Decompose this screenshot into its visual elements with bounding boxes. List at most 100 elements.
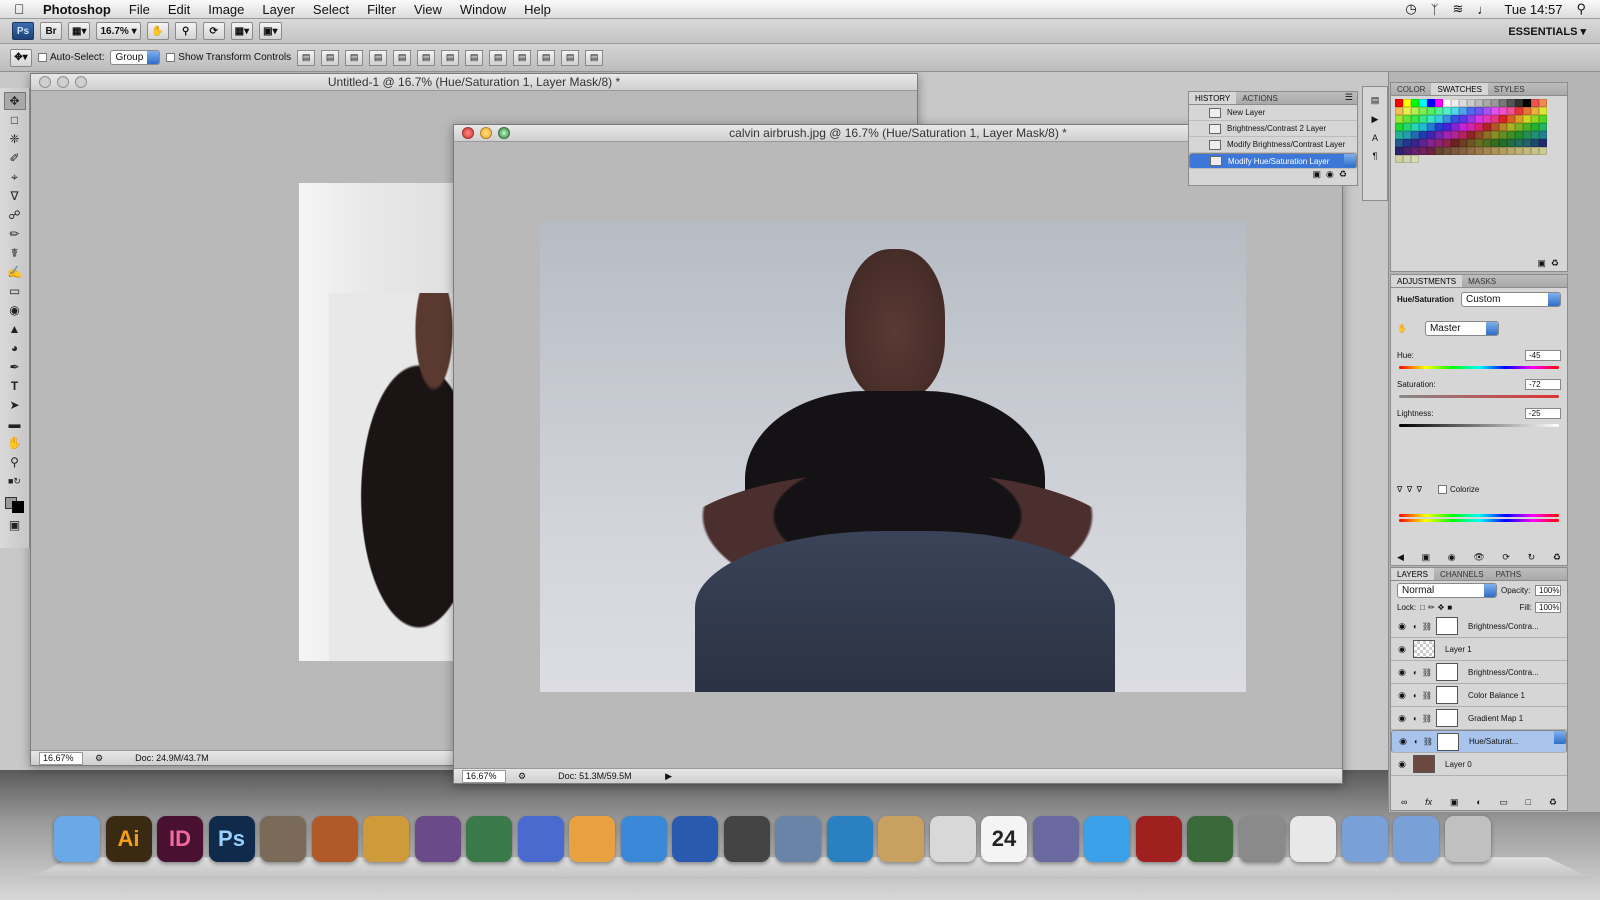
- color-swatch[interactable]: [1443, 139, 1451, 147]
- color-swatch[interactable]: [1435, 99, 1443, 107]
- panel-menu-icon[interactable]: ☰: [1345, 92, 1357, 104]
- color-swatch[interactable]: [1499, 99, 1507, 107]
- color-swatch[interactable]: [1499, 123, 1507, 131]
- layer-visibility-eye-icon[interactable]: ◉: [1395, 690, 1409, 701]
- color-swatch[interactable]: [1523, 115, 1531, 123]
- workspace-switcher[interactable]: ESSENTIALS ▾: [1508, 25, 1586, 38]
- color-swatch[interactable]: [1459, 131, 1467, 139]
- toggle-visibility-icon[interactable]: 👁: [1473, 552, 1484, 563]
- move-tool-icon[interactable]: ✥: [3, 92, 26, 110]
- applications-folder-icon[interactable]: [1393, 816, 1439, 862]
- color-swatch[interactable]: [1427, 131, 1435, 139]
- quill-icon[interactable]: [517, 816, 564, 862]
- color-swatch[interactable]: [1411, 147, 1419, 155]
- color-swatch[interactable]: [1411, 115, 1419, 123]
- lightness-input[interactable]: -25: [1525, 408, 1561, 419]
- color-swatch[interactable]: [1475, 107, 1483, 115]
- tab-layers[interactable]: LAYERS: [1391, 568, 1434, 580]
- auto-align-layers-icon[interactable]: ▤: [585, 49, 604, 66]
- tab-styles[interactable]: STYLES: [1488, 83, 1531, 95]
- mask-link-icon[interactable]: ⛓: [1422, 668, 1432, 677]
- color-swatch[interactable]: [1515, 99, 1523, 107]
- move-tool-preset-icon[interactable]: ✥▾: [10, 48, 32, 67]
- color-swatch[interactable]: [1459, 123, 1467, 131]
- color-swatch[interactable]: [1499, 115, 1507, 123]
- color-swatch[interactable]: [1475, 139, 1483, 147]
- history-panel-icon[interactable]: ▤: [1371, 95, 1380, 106]
- clip-to-layer-icon[interactable]: ◉: [1448, 552, 1456, 563]
- ical-icon[interactable]: 24: [981, 816, 1027, 862]
- iphoto-icon[interactable]: [414, 816, 461, 862]
- facetime-icon[interactable]: [878, 816, 924, 862]
- color-swatch[interactable]: [1507, 123, 1515, 131]
- new-document-from-state-icon[interactable]: ▣: [1313, 169, 1322, 179]
- pen-tool-icon[interactable]: ✒: [4, 358, 26, 376]
- lightness-slider[interactable]: [1399, 424, 1559, 427]
- color-swatch[interactable]: [1427, 115, 1435, 123]
- color-swatch[interactable]: [1531, 99, 1539, 107]
- color-swatch[interactable]: [1507, 147, 1515, 155]
- view-extras-button[interactable]: ▦▾: [68, 22, 91, 40]
- preview-icon[interactable]: [826, 816, 873, 862]
- color-swatch[interactable]: [1515, 139, 1523, 147]
- zoom-field[interactable]: 16.67%: [39, 751, 83, 765]
- color-swatch[interactable]: [1459, 147, 1467, 155]
- color-swatch[interactable]: [1403, 139, 1411, 147]
- finder-icon[interactable]: [54, 816, 100, 862]
- align-left-icon[interactable]: ▤: [369, 49, 388, 66]
- color-swatch[interactable]: [1435, 107, 1443, 115]
- color-swatch[interactable]: [1411, 131, 1419, 139]
- adjustment-layer-icon[interactable]: ◐: [1413, 691, 1418, 700]
- color-swatch[interactable]: [1539, 107, 1547, 115]
- menu-edit[interactable]: Edit: [159, 2, 199, 17]
- color-swatch[interactable]: [1507, 115, 1515, 123]
- screen-mode-button[interactable]: ▣▾: [259, 22, 282, 40]
- color-swatch[interactable]: [1451, 107, 1459, 115]
- menu-layer[interactable]: Layer: [253, 2, 304, 17]
- color-swatch[interactable]: [1483, 147, 1491, 155]
- color-swatch[interactable]: [1443, 131, 1451, 139]
- hand-tool-icon[interactable]: ✋: [146, 22, 169, 40]
- color-swatch[interactable]: [1483, 139, 1491, 147]
- color-swatch[interactable]: [1419, 131, 1427, 139]
- folder-icon[interactable]: [1341, 816, 1388, 862]
- address-book-icon[interactable]: [929, 816, 976, 862]
- itunes-icon[interactable]: [1084, 816, 1130, 862]
- document-icon[interactable]: [1290, 816, 1336, 862]
- adjustment-layer-icon[interactable]: ◐: [1414, 737, 1419, 746]
- color-swatch[interactable]: [1539, 115, 1547, 123]
- layer-visibility-eye-icon[interactable]: ◉: [1395, 759, 1409, 770]
- mask-link-icon[interactable]: ⛓: [1422, 691, 1432, 700]
- color-swatch[interactable]: [1467, 131, 1475, 139]
- color-swatch[interactable]: [1531, 147, 1539, 155]
- color-swatch[interactable]: [1523, 131, 1531, 139]
- garageband-icon[interactable]: [311, 816, 358, 862]
- color-swatch[interactable]: [1451, 131, 1459, 139]
- canvas-untitled[interactable]: [299, 183, 479, 661]
- quick-selection-tool-icon[interactable]: ✐: [4, 149, 26, 167]
- auto-select-check[interactable]: [38, 52, 47, 62]
- menu-view[interactable]: View: [405, 2, 451, 17]
- fill-input[interactable]: 100%: [1535, 602, 1561, 613]
- menu-image[interactable]: Image: [199, 2, 253, 17]
- color-swatch[interactable]: [1427, 139, 1435, 147]
- color-swatch[interactable]: [1427, 147, 1435, 155]
- ps-badge[interactable]: Ps: [12, 22, 34, 40]
- tab-color[interactable]: COLOR: [1391, 83, 1431, 95]
- align-vcenter-icon[interactable]: ▤: [321, 49, 340, 66]
- distribute-bottom-icon[interactable]: ▤: [489, 49, 508, 66]
- default-colors-icon[interactable]: ■↻: [4, 472, 26, 490]
- color-swatch[interactable]: [1459, 107, 1467, 115]
- color-swatch[interactable]: [1475, 131, 1483, 139]
- indesign-icon[interactable]: ID: [157, 816, 203, 862]
- color-swatch[interactable]: [1523, 139, 1531, 147]
- color-swatch[interactable]: [1491, 123, 1499, 131]
- lock-position-icon[interactable]: ✥: [1438, 603, 1445, 612]
- color-swatch[interactable]: [1507, 139, 1515, 147]
- imovie-star-icon[interactable]: [466, 816, 512, 862]
- color-swatch[interactable]: [1451, 147, 1459, 155]
- distribute-right-icon[interactable]: ▤: [561, 49, 580, 66]
- saturation-input[interactable]: -72: [1525, 379, 1561, 390]
- dashboard-icon[interactable]: [775, 816, 821, 862]
- crop-tool-icon[interactable]: ⌖: [4, 168, 26, 186]
